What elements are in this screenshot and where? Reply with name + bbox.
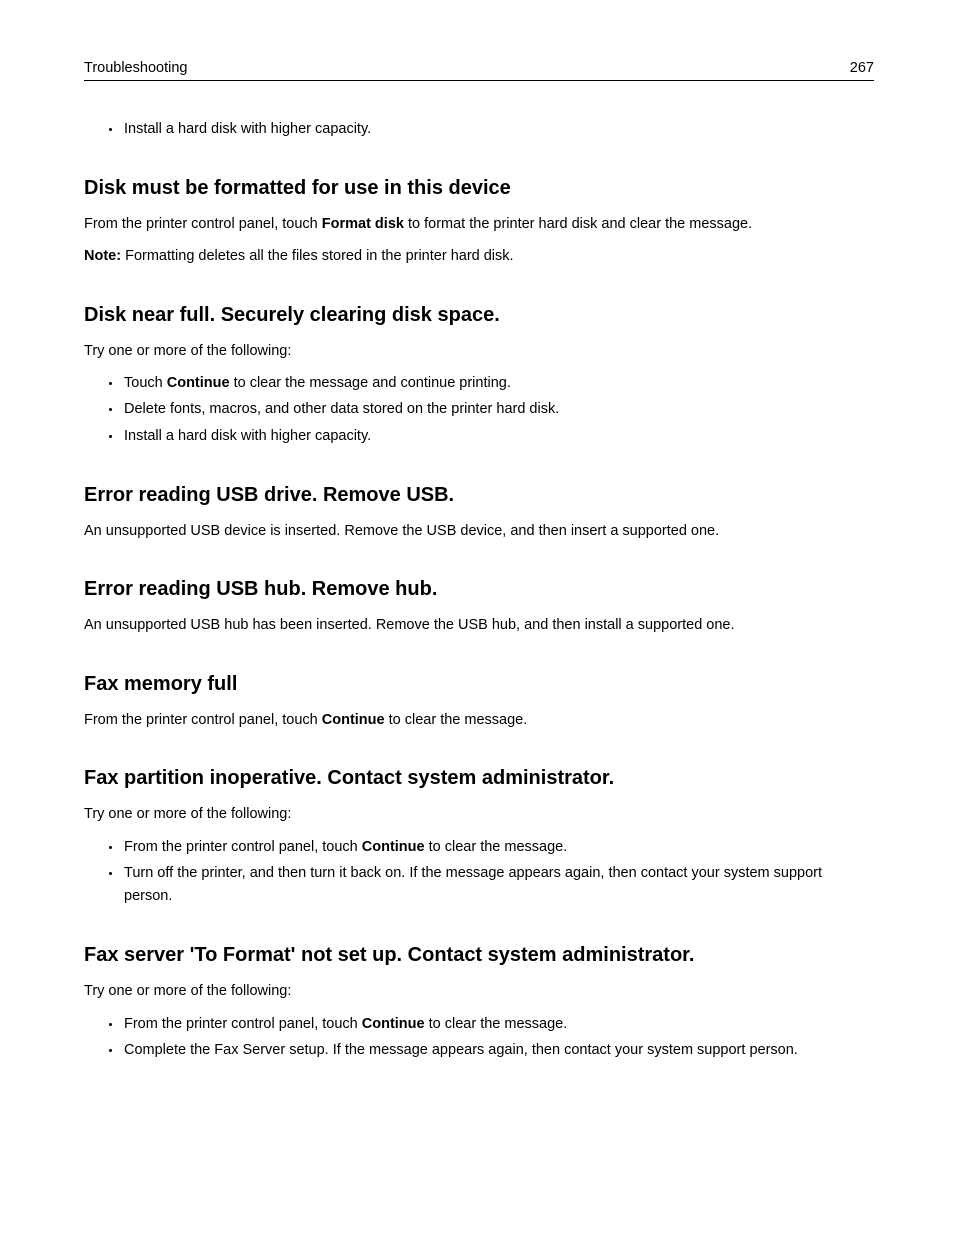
text-run: to clear the message. <box>425 839 568 855</box>
body-text: Try one or more of the following: <box>84 340 874 362</box>
text-run: to format the printer hard disk and clea… <box>404 216 752 232</box>
text-run: From the printer control panel, touch <box>124 839 362 855</box>
section-usb-hub: Error reading USB hub. Remove hub. An un… <box>84 576 874 636</box>
body-text: An unsupported USB device is inserted. R… <box>84 520 874 542</box>
section-fax-server: Fax server 'To Format' not set up. Conta… <box>84 942 874 1062</box>
header-title: Troubleshooting <box>84 60 187 76</box>
section-fax-memory: Fax memory full From the printer control… <box>84 671 874 731</box>
list-item: Complete the Fax Server setup. If the me… <box>122 1039 874 1062</box>
text-run: From the printer control panel, touch <box>124 1016 362 1032</box>
section-disk-format: Disk must be formatted for use in this d… <box>84 175 874 268</box>
section-heading: Error reading USB drive. Remove USB. <box>84 482 874 508</box>
list-item: From the printer control panel, touch Co… <box>122 1013 874 1036</box>
note-label: Note: <box>84 248 121 264</box>
body-text: Note: Formatting deletes all the files s… <box>84 245 874 267</box>
list-item: From the printer control panel, touch Co… <box>122 836 874 859</box>
text-run: to clear the message. <box>425 1016 568 1032</box>
text-run: From the printer control panel, touch <box>84 712 322 728</box>
bold-term: Format disk <box>322 216 404 232</box>
list-item: Touch Continue to clear the message and … <box>122 372 874 395</box>
list-item: Turn off the printer, and then turn it b… <box>122 862 874 908</box>
text-run: From the printer control panel, touch <box>84 216 322 232</box>
body-text: An unsupported USB hub has been inserted… <box>84 614 874 636</box>
bold-term: Continue <box>362 1016 425 1032</box>
text-run: to clear the message and continue printi… <box>230 375 511 391</box>
document-page: Troubleshooting 267 Install a hard disk … <box>0 0 954 1235</box>
bold-term: Continue <box>167 375 230 391</box>
list-item: Install a hard disk with higher capacity… <box>122 119 874 141</box>
page-header: Troubleshooting 267 <box>84 60 874 81</box>
bullet-list: From the printer control panel, touch Co… <box>84 1013 874 1062</box>
section-heading: Disk must be formatted for use in this d… <box>84 175 874 201</box>
list-item: Install a hard disk with higher capacity… <box>122 425 874 448</box>
section-heading: Fax partition inoperative. Contact syste… <box>84 765 874 791</box>
text-run: Touch <box>124 375 167 391</box>
orphan-bullet-list: Install a hard disk with higher capacity… <box>84 119 874 141</box>
section-heading: Disk near full. Securely clearing disk s… <box>84 302 874 328</box>
section-fax-partition: Fax partition inoperative. Contact syste… <box>84 765 874 908</box>
section-heading: Fax server 'To Format' not set up. Conta… <box>84 942 874 968</box>
text-run: to clear the message. <box>385 712 528 728</box>
bold-term: Continue <box>362 839 425 855</box>
page-number: 267 <box>850 60 874 76</box>
list-item: Delete fonts, macros, and other data sto… <box>122 398 874 421</box>
bullet-list: Touch Continue to clear the message and … <box>84 372 874 448</box>
body-text: Try one or more of the following: <box>84 803 874 825</box>
section-usb-drive: Error reading USB drive. Remove USB. An … <box>84 482 874 542</box>
body-text: Try one or more of the following: <box>84 980 874 1002</box>
section-disk-near-full: Disk near full. Securely clearing disk s… <box>84 302 874 448</box>
bullet-list: From the printer control panel, touch Co… <box>84 836 874 909</box>
section-heading: Error reading USB hub. Remove hub. <box>84 576 874 602</box>
bold-term: Continue <box>322 712 385 728</box>
body-text: From the printer control panel, touch Fo… <box>84 213 874 235</box>
section-heading: Fax memory full <box>84 671 874 697</box>
body-text: From the printer control panel, touch Co… <box>84 709 874 731</box>
text-run: Formatting deletes all the files stored … <box>121 248 514 264</box>
